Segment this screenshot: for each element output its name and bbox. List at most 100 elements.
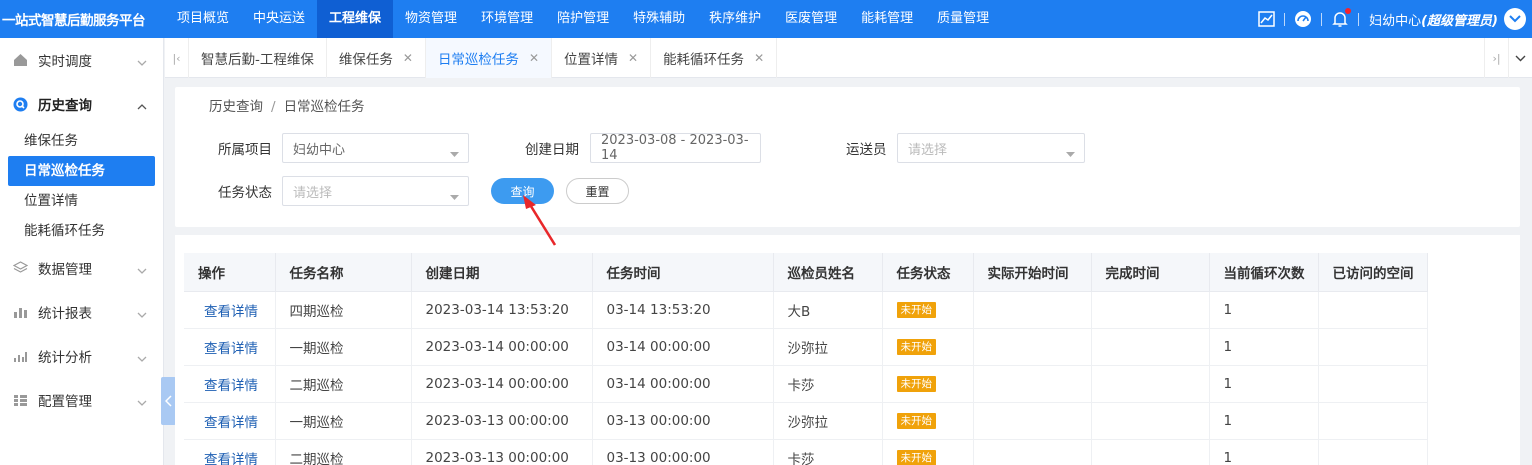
status-badge: 未开始 xyxy=(896,450,936,465)
table-row: 查看详情 一期巡检 2023-03-14 00:00:00 03-14 00:0… xyxy=(184,328,1428,366)
status-badge: 未开始 xyxy=(896,339,936,355)
cell-inspector: 卡莎 xyxy=(773,439,883,465)
nav-item-special-aid[interactable]: 特殊辅助 xyxy=(621,0,697,38)
close-icon[interactable]: ✕ xyxy=(628,51,638,65)
sidebar-item-realtime[interactable]: 实时调度 xyxy=(0,38,163,82)
sidebar-item-history[interactable]: 历史查询 xyxy=(0,82,163,126)
cell-status: 未开始 xyxy=(882,439,974,465)
dashboard-icon[interactable] xyxy=(1294,10,1312,28)
cell-created: 2023-03-13 00:00:00 xyxy=(411,439,593,465)
tabs-scroll-right-icon[interactable]: ›| xyxy=(1484,38,1508,78)
sidebar-subitem-daily-inspection[interactable]: 日常巡检任务 xyxy=(8,156,155,186)
chevron-down-icon xyxy=(137,350,147,366)
view-details-link[interactable]: 查看详情 xyxy=(184,291,276,329)
table-row: 查看详情 四期巡检 2023-03-14 13:53:20 03-14 13:5… xyxy=(184,291,1428,329)
trend-chart-icon[interactable] xyxy=(1257,10,1275,28)
sidebar-item-data-management[interactable]: 数据管理 xyxy=(0,246,163,290)
sidebar: 实时调度 历史查询 维保任务 日常巡检任务 位置详情 能耗循环任务 数据管理 统… xyxy=(0,38,164,465)
close-icon[interactable]: ✕ xyxy=(403,51,413,65)
nav-item-central-transport[interactable]: 中央运送 xyxy=(241,0,317,38)
date-label: 创建日期 xyxy=(525,142,579,158)
tab-daily-inspection[interactable]: 日常巡检任务 ✕ xyxy=(425,38,552,78)
sidebar-subitem-location[interactable]: 位置详情 xyxy=(0,186,163,216)
cell-created: 2023-03-14 13:53:20 xyxy=(411,291,593,329)
table-row: 查看详情 一期巡检 2023-03-13 00:00:00 03-13 00:0… xyxy=(184,402,1428,440)
sidebar-item-label: 统计分析 xyxy=(38,350,92,366)
status-badge: 未开始 xyxy=(896,413,936,429)
chevron-down-icon xyxy=(137,54,147,70)
cell-time: 03-14 00:00:00 xyxy=(592,328,774,366)
notification-dot xyxy=(1345,8,1352,14)
tab-location[interactable]: 位置详情 ✕ xyxy=(552,38,652,78)
cell-cycles: 1 xyxy=(1209,402,1319,440)
caret-down-icon xyxy=(1066,146,1075,161)
view-details-link[interactable]: 查看详情 xyxy=(184,402,276,440)
view-details-link[interactable]: 查看详情 xyxy=(184,439,276,465)
tabs-scroll-left-icon[interactable]: |‹ xyxy=(165,38,189,78)
courier-select[interactable]: 请选择 xyxy=(897,133,1085,163)
cell-time: 03-13 00:00:00 xyxy=(592,402,774,440)
sidebar-subitem-energy-cycle[interactable]: 能耗循环任务 xyxy=(0,216,163,246)
project-select[interactable]: 妇幼中心 xyxy=(282,133,469,163)
annotation-arrow-icon xyxy=(523,195,557,246)
chevron-left-icon xyxy=(165,395,172,407)
cell-visited xyxy=(1318,328,1428,366)
sidebar-item-analysis[interactable]: 统计分析 xyxy=(0,334,163,378)
cell-cycles: 1 xyxy=(1209,439,1319,465)
sidebar-item-label: 实时调度 xyxy=(38,54,92,70)
col-header-name: 任务名称 xyxy=(275,253,412,292)
nav-item-quality[interactable]: 质量管理 xyxy=(925,0,1001,38)
bar-chart-icon xyxy=(12,304,28,320)
cell-start xyxy=(973,439,1092,465)
chevron-down-icon xyxy=(137,394,147,410)
view-details-link[interactable]: 查看详情 xyxy=(184,365,276,403)
table-header-row: 操作 任务名称 创建日期 任务时间 巡检员姓名 任务状态 实际开始时间 完成时间… xyxy=(184,253,1428,292)
chevron-down-icon xyxy=(137,306,147,322)
close-icon[interactable]: ✕ xyxy=(754,51,764,65)
close-icon[interactable]: ✕ xyxy=(529,51,539,65)
tab-maintenance[interactable]: 维保任务 ✕ xyxy=(327,38,426,78)
project-label: 所属项目 xyxy=(218,142,272,158)
nav-item-environment[interactable]: 环境管理 xyxy=(469,0,545,38)
user-role: (超级管理员) xyxy=(1421,13,1498,29)
sidebar-collapse-button[interactable] xyxy=(161,377,176,425)
sidebar-item-label: 数据管理 xyxy=(38,262,92,278)
nav-item-engineering[interactable]: 工程维保 xyxy=(317,0,394,38)
date-range-input[interactable]: 2023-03-08 - 2023-03-14 xyxy=(590,133,761,163)
col-header-finish: 完成时间 xyxy=(1091,253,1210,292)
chevron-down-icon xyxy=(137,262,147,278)
nav-item-order[interactable]: 秩序维护 xyxy=(697,0,773,38)
tabs-menu-chevron-icon[interactable] xyxy=(1508,38,1532,78)
sidebar-item-reports[interactable]: 统计报表 xyxy=(0,290,163,334)
top-navbar: 一站式智慧后勤服务平台 项目概览 中央运送 工程维保 物资管理 环境管理 陪护管… xyxy=(0,0,1532,38)
sidebar-subitem-maintenance[interactable]: 维保任务 xyxy=(0,126,163,156)
nav-item-energy[interactable]: 能耗管理 xyxy=(849,0,925,38)
chevron-down-icon[interactable] xyxy=(1504,8,1526,30)
tab-energy-cycle[interactable]: 能耗循环任务 ✕ xyxy=(651,38,778,78)
bell-icon[interactable] xyxy=(1331,8,1352,28)
status-badge: 未开始 xyxy=(896,302,936,318)
config-icon xyxy=(12,392,28,408)
cell-start xyxy=(973,365,1092,403)
sidebar-item-config[interactable]: 配置管理 xyxy=(0,378,163,422)
breadcrumb-parent[interactable]: 历史查询 xyxy=(209,99,263,115)
status-select[interactable]: 请选择 xyxy=(282,176,469,206)
nav-item-medical-waste[interactable]: 医废管理 xyxy=(773,0,849,38)
cell-created: 2023-03-13 00:00:00 xyxy=(411,402,593,440)
col-header-status: 任务状态 xyxy=(882,253,974,292)
analysis-icon xyxy=(12,348,28,364)
app-root: 一站式智慧后勤服务平台 项目概览 中央运送 工程维保 物资管理 环境管理 陪护管… xyxy=(0,0,1532,465)
nav-item-materials[interactable]: 物资管理 xyxy=(393,0,469,38)
nav-item-overview[interactable]: 项目概览 xyxy=(165,0,241,38)
cell-inspector: 卡莎 xyxy=(773,365,883,403)
cell-created: 2023-03-14 00:00:00 xyxy=(411,328,593,366)
cell-status: 未开始 xyxy=(882,291,974,329)
cell-name: 二期巡检 xyxy=(275,439,412,465)
reset-button[interactable]: 重置 xyxy=(566,178,629,204)
nav-item-escort[interactable]: 陪护管理 xyxy=(545,0,621,38)
tab-home[interactable]: 智慧后勤-工程维保 xyxy=(189,38,327,78)
view-details-link[interactable]: 查看详情 xyxy=(184,328,276,366)
cell-inspector: 大B xyxy=(773,291,883,329)
user-info[interactable]: 妇幼中心(超级管理员) xyxy=(1369,10,1498,29)
cell-time: 03-13 00:00:00 xyxy=(592,439,774,465)
